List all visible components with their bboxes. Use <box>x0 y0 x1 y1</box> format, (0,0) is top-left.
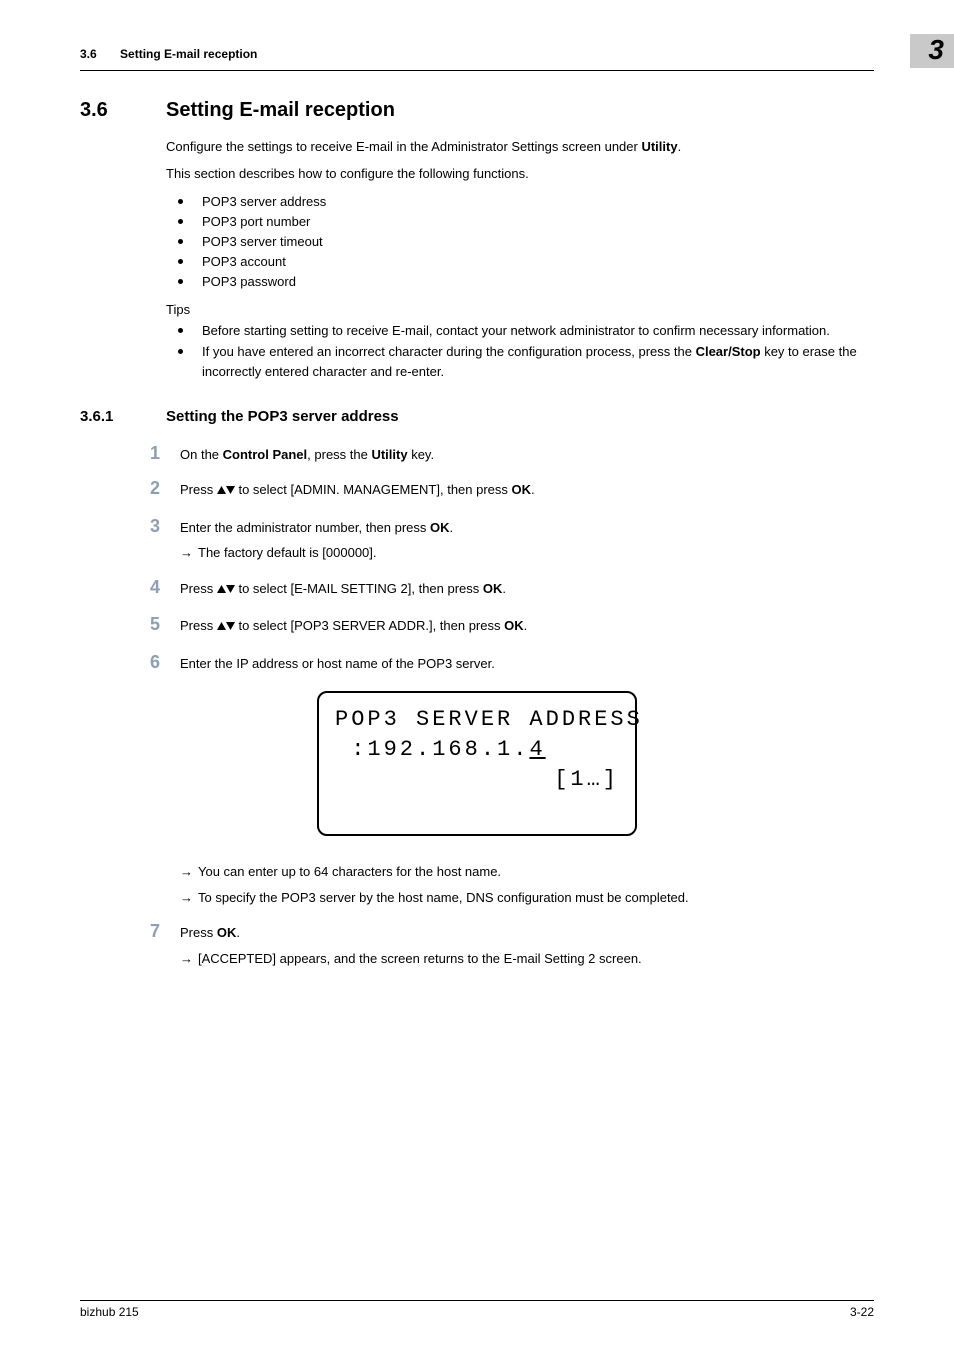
up-down-icon <box>217 482 235 502</box>
lcd-line-3: [1…] <box>335 765 619 795</box>
section-heading-title: Setting E-mail reception <box>166 99 395 122</box>
section-heading: 3.6 Setting E-mail reception <box>80 99 874 122</box>
list-item: POP3 password <box>166 272 874 292</box>
step7-b1: OK <box>217 925 237 940</box>
step-body: On the Control Panel, press the Utility … <box>180 445 874 465</box>
footer-page-number: 3-22 <box>850 1305 874 1319</box>
step3-post: . <box>450 520 454 535</box>
arrow-icon: → <box>180 543 198 563</box>
tips-label: Tips <box>166 302 874 317</box>
step-6: 6 Enter the IP address or host name of t… <box>150 652 874 674</box>
step3-sub: The factory default is [000000]. <box>198 543 377 563</box>
step5-b1: OK <box>504 618 524 633</box>
step5-pre: Press <box>180 618 217 633</box>
step-number: 1 <box>150 443 180 464</box>
step7-post: . <box>236 925 240 940</box>
step5-mid: to select [POP3 SERVER ADDR.], then pres… <box>235 618 504 633</box>
step6-sub1: You can enter up to 64 characters for th… <box>198 862 501 882</box>
list-item: POP3 account <box>166 252 874 272</box>
step4-mid: to select [E-MAIL SETTING 2], then press <box>235 581 483 596</box>
step5-post: . <box>524 618 528 633</box>
step-number: 3 <box>150 516 180 537</box>
step4-pre: Press <box>180 581 217 596</box>
step3-b1: OK <box>430 520 450 535</box>
step1-b1: Control Panel <box>223 447 308 462</box>
section-heading-number: 3.6 <box>80 99 166 122</box>
step1-mid: , press the <box>307 447 371 462</box>
lcd-line-2: :192.168.1.4 <box>335 735 619 765</box>
lcd-display: POP3 SERVER ADDRESS :192.168.1.4 [1…] <box>317 691 637 836</box>
lcd-cursor: 4 <box>529 737 545 762</box>
step-body: Enter the administrator number, then pre… <box>180 518 874 563</box>
tip2-pre: If you have entered an incorrect charact… <box>202 344 696 359</box>
step-7: 7 Press OK. → [ACCEPTED] appears, and th… <box>150 921 874 968</box>
lcd-line2-pre: :192.168.1. <box>335 737 529 762</box>
list-item: Before starting setting to receive E-mai… <box>166 321 874 341</box>
step1-post: key. <box>408 447 435 462</box>
step-body: Press to select [ADMIN. MANAGEMENT], the… <box>180 480 874 502</box>
intro-p1-post: . <box>678 139 682 154</box>
arrow-icon: → <box>180 888 198 908</box>
functions-list: POP3 server address POP3 port number POP… <box>166 192 874 293</box>
intro-paragraph-1: Configure the settings to receive E-mail… <box>166 138 874 157</box>
step2-post: . <box>531 482 535 497</box>
list-item: If you have entered an incorrect charact… <box>166 342 874 382</box>
list-item: POP3 server timeout <box>166 232 874 252</box>
subsection-heading: 3.6.1 Setting the POP3 server address <box>80 408 874 425</box>
subsection-heading-number: 3.6.1 <box>80 408 166 425</box>
step-body: Press to select [POP3 SERVER ADDR.], the… <box>180 616 874 638</box>
step2-b1: OK <box>512 482 532 497</box>
chapter-badge: 3 <box>910 34 954 68</box>
step-3: 3 Enter the administrator number, then p… <box>150 516 874 563</box>
step-body: Press OK. → [ACCEPTED] appears, and the … <box>180 923 874 968</box>
header-section-number: 3.6 <box>80 47 97 61</box>
arrow-icon: → <box>180 862 198 882</box>
step-1: 1 On the Control Panel, press the Utilit… <box>150 443 874 465</box>
tip2-bold: Clear/Stop <box>696 344 761 359</box>
step-body: Enter the IP address or host name of the… <box>180 654 874 674</box>
up-down-icon <box>217 581 235 601</box>
step-number: 2 <box>150 478 180 499</box>
step3-pre: Enter the administrator number, then pre… <box>180 520 430 535</box>
list-item: POP3 server address <box>166 192 874 212</box>
header-section-title: Setting E-mail reception <box>120 47 257 61</box>
tips-list: Before starting setting to receive E-mai… <box>166 321 874 381</box>
footer-model: bizhub 215 <box>80 1305 139 1319</box>
step-4: 4 Press to select [E-MAIL SETTING 2], th… <box>150 577 874 601</box>
step-number: 6 <box>150 652 180 673</box>
step6-sub2: To specify the POP3 server by the host n… <box>198 888 689 908</box>
page-footer: bizhub 215 3-22 <box>80 1300 874 1319</box>
step2-pre: Press <box>180 482 217 497</box>
header-left: 3.6 Setting E-mail reception <box>80 47 257 61</box>
list-item: POP3 port number <box>166 212 874 232</box>
subsection-heading-title: Setting the POP3 server address <box>166 408 399 425</box>
step-number: 7 <box>150 921 180 942</box>
intro-paragraph-2: This section describes how to configure … <box>166 165 874 184</box>
step-body: → You can enter up to 64 characters for … <box>180 856 874 907</box>
step4-post: . <box>502 581 506 596</box>
step4-b1: OK <box>483 581 503 596</box>
step2-mid: to select [ADMIN. MANAGEMENT], then pres… <box>235 482 512 497</box>
intro-p1-bold: Utility <box>641 139 677 154</box>
intro-p1-pre: Configure the settings to receive E-mail… <box>166 139 641 154</box>
step1-pre: On the <box>180 447 223 462</box>
step7-pre: Press <box>180 925 217 940</box>
arrow-icon: → <box>180 949 198 969</box>
lcd-line-1: POP3 SERVER ADDRESS <box>335 705 619 735</box>
running-header: 3.6 Setting E-mail reception 3 <box>80 40 874 71</box>
step-body: Press to select [E-MAIL SETTING 2], then… <box>180 579 874 601</box>
up-down-icon <box>217 618 235 638</box>
step6-text: Enter the IP address or host name of the… <box>180 656 495 671</box>
step-2: 2 Press to select [ADMIN. MANAGEMENT], t… <box>150 478 874 502</box>
step-number: 5 <box>150 614 180 635</box>
step1-b2: Utility <box>371 447 407 462</box>
step-number: 4 <box>150 577 180 598</box>
step-5: 5 Press to select [POP3 SERVER ADDR.], t… <box>150 614 874 638</box>
step7-sub: [ACCEPTED] appears, and the screen retur… <box>198 949 642 969</box>
step-6-notes: → You can enter up to 64 characters for … <box>150 856 874 907</box>
